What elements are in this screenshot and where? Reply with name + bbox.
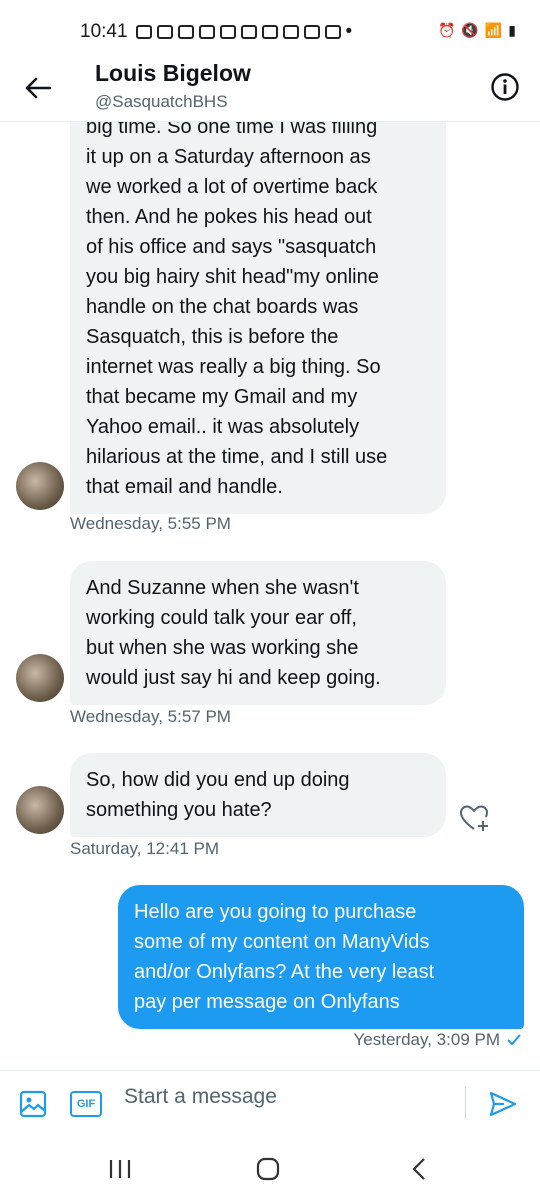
battery-icon: ▮ — [508, 22, 516, 38]
youtube-icon — [261, 25, 278, 39]
image-icon — [19, 1090, 47, 1118]
monitor-icon — [303, 25, 320, 39]
message-bubble-sent[interactable]: Hello are you going to purchase some of … — [118, 885, 524, 1029]
message-line: that email and handle. — [86, 476, 283, 498]
message-line: of his office and says "sasquatch — [86, 236, 377, 258]
back-button[interactable] — [22, 72, 54, 104]
message-input[interactable]: Start a message — [124, 1085, 277, 1109]
message-composer: GIF Start a message — [0, 1070, 540, 1132]
message-line: handle on the chat boards was — [86, 296, 359, 318]
message-line: big time. So one time I was filling — [86, 122, 378, 138]
message-bubble-received[interactable]: big time. So one time I was filling it u… — [70, 122, 446, 514]
message-line: something you hate? — [86, 799, 272, 821]
message-line: hilarious at the time, and I still use — [86, 446, 388, 468]
message-line: And Suzanne when she wasn't — [86, 577, 359, 599]
contact-name[interactable]: Louis Bigelow — [95, 60, 251, 87]
message-line: pay per message on Onlyfans — [134, 991, 400, 1013]
wifi-icon: 📶 — [484, 22, 503, 38]
message-bubble-received[interactable]: And Suzanne when she wasn't working coul… — [70, 561, 446, 705]
calendar-icon — [282, 25, 299, 39]
message-bubble-received[interactable]: So, how did you end up doing something y… — [70, 753, 446, 837]
conversation-header: Louis Bigelow @SasquatchBHS — [0, 58, 540, 122]
sent-timestamp-row: Yesterday, 3:09 PM — [354, 1030, 522, 1050]
message-timestamp: Yesterday, 3:09 PM — [353, 1030, 500, 1049]
app-icon — [219, 25, 236, 39]
avatar[interactable] — [16, 654, 64, 702]
mail-icon — [177, 25, 194, 39]
message-line: Sasquatch, this is before the — [86, 326, 339, 348]
recent-apps-button[interactable] — [105, 1154, 135, 1184]
check-icon — [507, 1034, 521, 1046]
system-nav-bar — [0, 1132, 540, 1200]
message-line: Yahoo email.. it was absolutely — [86, 416, 360, 438]
message-timestamp: Wednesday, 5:55 PM — [70, 514, 231, 533]
contact-handle: @SasquatchBHS — [95, 92, 228, 111]
info-icon — [491, 73, 519, 101]
dot-icon: • — [345, 21, 353, 42]
message-timestamp: Saturday, 12:41 PM — [70, 839, 219, 858]
avatar[interactable] — [16, 786, 64, 834]
youtube-icon — [135, 25, 152, 39]
message-line: internet was really a big thing. So — [86, 356, 381, 378]
instagram-icon — [198, 25, 215, 39]
message-line: it up on a Saturday afternoon as — [86, 146, 371, 168]
home-button[interactable] — [253, 1154, 283, 1184]
heart-plus-icon — [459, 805, 489, 831]
message-line: but when she was working she — [86, 637, 359, 659]
message-line: working could talk your ear off, — [86, 607, 357, 629]
message-timestamp: Wednesday, 5:57 PM — [70, 707, 231, 726]
send-button[interactable] — [488, 1089, 518, 1119]
message-line: So, how did you end up doing — [86, 769, 350, 791]
message-line: would just say hi and keep going. — [86, 667, 381, 689]
message-list[interactable]: big time. So one time I was filling it u… — [0, 122, 540, 1070]
message-line: that became my Gmail and my — [86, 386, 358, 408]
monitor-icon — [324, 25, 341, 39]
mail-icon — [156, 25, 173, 39]
alarm-icon: ⏰ — [437, 22, 456, 38]
recents-icon — [109, 1160, 131, 1178]
status-time: 10:41 — [80, 21, 128, 42]
back-nav-button[interactable] — [405, 1154, 435, 1184]
notification-icons: • — [135, 21, 353, 43]
back-arrow-icon — [25, 77, 51, 99]
composer-divider — [465, 1087, 466, 1119]
react-button[interactable] — [458, 802, 490, 834]
message-line: then. And he pokes his head out — [86, 206, 372, 228]
system-icons: ⏰ 🔇 📶 ▮ — [438, 22, 516, 39]
message-line: some of my content on ManyVids — [134, 931, 430, 953]
message-line: Hello are you going to purchase — [134, 901, 417, 923]
youtube-icon — [240, 25, 257, 39]
message-line: and/or Onlyfans? At the very least — [134, 961, 435, 983]
mute-icon: 🔇 — [461, 22, 479, 38]
chevron-left-icon — [412, 1158, 425, 1180]
gif-label: GIF — [76, 1098, 96, 1110]
status-bar: 10:41 • ⏰ 🔇 📶 ▮ — [0, 0, 540, 64]
home-icon — [256, 1157, 280, 1181]
message-line: you big hairy shit head"my online — [86, 266, 379, 288]
message-line: we worked a lot of overtime back — [86, 176, 378, 198]
send-icon — [489, 1091, 517, 1117]
info-button[interactable] — [490, 72, 520, 102]
media-button[interactable] — [18, 1089, 48, 1119]
avatar[interactable] — [16, 462, 64, 510]
gif-button[interactable]: GIF — [70, 1091, 102, 1117]
